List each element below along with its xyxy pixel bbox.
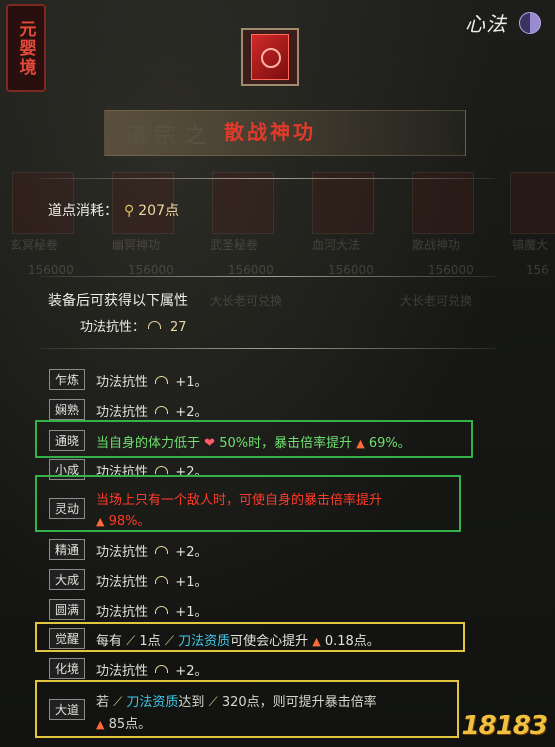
bg-item-label: 幽冥神功: [112, 238, 161, 252]
resist-value: 27: [170, 320, 187, 335]
bg-item-label: 散战神功: [412, 238, 461, 252]
crit-icon: ▲: [356, 437, 365, 450]
shield-icon: [155, 546, 169, 554]
level-value: +1。: [175, 375, 208, 390]
level-row: 化境 功法抗性 +2。: [0, 658, 555, 682]
level-line1: 若 ⟋ 刀法资质达到 ⟋ 320点，则可提升暴击倍率: [96, 691, 377, 710]
level-text: 功法抗性: [96, 605, 149, 620]
level-value: 69%。: [368, 436, 411, 451]
heart-icon: ❤: [204, 436, 216, 451]
equip-heading: 装备后可获得以下属性: [48, 293, 188, 309]
level-row: 觉醒 每有 ⟋ 1点 ⟋ 刀法资质可使会心提升 ▲ 0.18点。: [0, 628, 555, 652]
pin-icon: ⚲: [124, 203, 135, 219]
level-text: 达到: [178, 695, 205, 710]
level-tag: 通晓: [49, 430, 85, 451]
watermark-logo: 18183: [461, 711, 548, 741]
level-text: 320点，则可提升暴击倍率: [221, 695, 377, 710]
level-row: 精通 功法抗性 +2。: [0, 539, 555, 563]
bg-item-cost: 156: [526, 263, 549, 277]
level-value: 85点。: [108, 717, 152, 732]
level-row: 大成 功法抗性 +1。: [0, 569, 555, 593]
aptitude-link: 刀法资质: [178, 634, 231, 649]
level-text: 功法抗性: [96, 664, 149, 679]
shield-icon: [155, 376, 169, 384]
bg-item-label: 武圣秘卷: [210, 238, 259, 252]
level-text: 若: [96, 695, 110, 710]
bg-item-cost: 156000: [28, 263, 74, 277]
crit-icon: ▲: [312, 635, 321, 648]
divider: [40, 276, 495, 277]
bg-item-cost: 156000: [328, 263, 374, 277]
bg-exchange: 大长老可兑换: [400, 294, 473, 308]
level-line2: ▲ 98%。: [96, 510, 151, 529]
shield-icon: [155, 466, 169, 474]
blade-icon: ⟋: [208, 695, 218, 710]
bg-item-cost: 156000: [128, 263, 174, 277]
crit-icon: ▲: [96, 718, 105, 731]
level-value: 0.18点。: [324, 634, 380, 649]
aptitude-link: 刀法资质: [126, 695, 179, 710]
bg-exchange: 大长老可兑换: [210, 294, 283, 308]
level-tag: 娴熟: [49, 399, 85, 420]
level-value: +2。: [175, 664, 208, 679]
level-tag: 觉醒: [49, 628, 85, 649]
shield-icon: [148, 321, 162, 329]
divider: [40, 178, 495, 179]
bg-item-label: 镇魔大: [512, 238, 549, 252]
level-tag: 灵动: [49, 498, 85, 519]
level-text: 功法抗性: [96, 575, 149, 590]
level-text: 每有: [96, 634, 123, 649]
resist-label: 功法抗性：: [80, 320, 146, 335]
divider: [40, 348, 495, 349]
bg-title: 镇宗之: [124, 124, 215, 149]
level-value: +2。: [175, 405, 208, 420]
level-tag: 大成: [49, 569, 85, 590]
level-row: 圆满 功法抗性 +1。: [0, 599, 555, 623]
level-tag: 精通: [49, 539, 85, 560]
level-row: 乍炼 功法抗性 +1。: [0, 369, 555, 393]
cost-value: 207点: [138, 203, 179, 219]
shield-icon: [155, 606, 169, 614]
skill-name: 散战神功: [224, 120, 316, 144]
level-tag: 大道: [49, 699, 85, 720]
skill-book-icon: [241, 28, 299, 86]
level-value: +1。: [175, 575, 208, 590]
blade-icon: ⟋: [126, 634, 136, 649]
bg-item-label: 玄冥秘卷: [10, 238, 59, 252]
level-text: 功法抗性: [96, 405, 149, 420]
blade-icon: ⟋: [113, 695, 123, 710]
blade-icon: ⟋: [164, 634, 174, 649]
realm-badge: 元婴境: [6, 4, 46, 92]
crit-icon: ▲: [96, 515, 105, 528]
level-value: 1点: [139, 634, 161, 649]
background-items: [0, 170, 555, 270]
level-tag: 圆满: [49, 599, 85, 620]
cost-row: 道点消耗： ⚲ 207点: [48, 200, 179, 220]
bg-item-label: 血河大法: [312, 238, 361, 252]
level-text: 50%时，暴击倍率提升: [219, 436, 353, 451]
xinfa-tab[interactable]: 心法: [465, 8, 507, 37]
level-value: +1。: [175, 605, 208, 620]
level-tag: 化境: [49, 658, 85, 679]
top-right-tabs: 心法: [465, 8, 541, 37]
shield-icon: [155, 665, 169, 673]
shield-icon: [155, 576, 169, 584]
level-row: 通晓 当自身的体力低于 ❤ 50%时，暴击倍率提升 ▲ 69%。: [0, 430, 555, 454]
level-value: +2。: [175, 545, 208, 560]
level-text: 当自身的体力低于: [96, 436, 201, 451]
level-text: 功法抗性: [96, 375, 149, 390]
level-value: 98%。: [108, 514, 151, 529]
resist-row: 功法抗性： 27: [80, 316, 187, 335]
cost-label: 道点消耗：: [48, 203, 118, 219]
bg-item-cost: 156000: [428, 263, 474, 277]
level-text: 功法抗性: [96, 545, 149, 560]
yin-yang-icon[interactable]: [519, 11, 541, 34]
level-text: 可使会心提升: [230, 634, 309, 649]
shield-icon: [155, 406, 169, 414]
level-tag: 乍炼: [49, 369, 85, 390]
bg-item-cost: 156000: [228, 263, 274, 277]
level-text: 当场上只有一个敌人时，可使自身的暴击倍率提升: [96, 493, 383, 508]
level-line2: ▲ 85点。: [96, 713, 151, 732]
